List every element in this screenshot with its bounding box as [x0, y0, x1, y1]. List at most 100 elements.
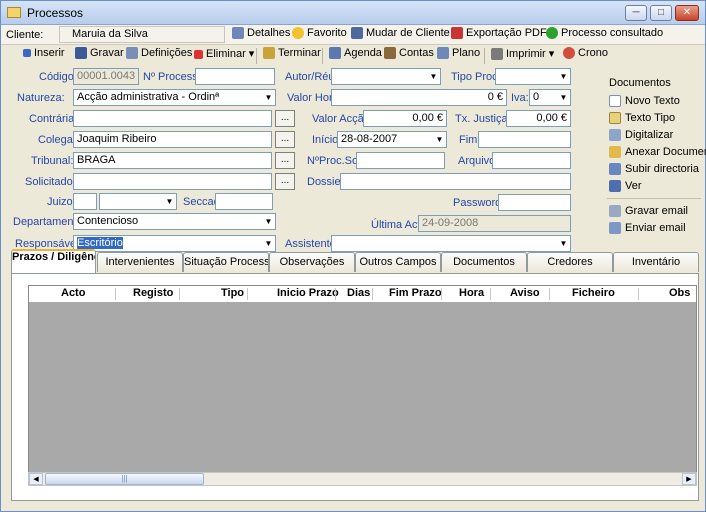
inicio-date[interactable]: 28-08-2007 ▼ [337, 131, 447, 148]
chevron-down-icon[interactable]: ▼ [262, 214, 275, 229]
column-header[interactable]: Fim Prazo [389, 287, 442, 299]
horizontal-scrollbar[interactable]: ◀ ||| ▶ [28, 472, 697, 486]
email-save-icon [609, 205, 621, 218]
tab-prazos-diligencias[interactable]: Prazos / Diligências [11, 249, 96, 273]
inserir-button[interactable]: Inserir [23, 47, 65, 67]
fim-field[interactable] [478, 131, 571, 148]
cliente-field[interactable]: Maruia da Silva [59, 26, 225, 43]
solicitador-field[interactable] [73, 173, 272, 190]
dossier-field[interactable] [340, 173, 571, 190]
maximize-button[interactable]: □ [650, 5, 672, 21]
minimize-button[interactable]: ─ [625, 5, 647, 21]
iva-select[interactable]: 0 ▼ [529, 89, 571, 106]
gravar-button[interactable]: Gravar [75, 47, 124, 67]
codigo-field[interactable]: 00001.0043 [73, 68, 139, 85]
colega-field[interactable]: Joaquim Ribeiro [73, 131, 272, 148]
prazos-grid[interactable]: Acto Registo Tipo Inicio Prazo Dias Fim … [28, 285, 697, 484]
nprocesso-field[interactable] [195, 68, 275, 85]
tribunal-field[interactable]: BRAGA [73, 152, 272, 169]
column-header[interactable]: Obs [669, 287, 690, 299]
lock-icon [263, 47, 275, 60]
contraria-browse-button[interactable]: ... [275, 110, 295, 127]
accounts-icon [384, 47, 396, 60]
scroll-thumb[interactable]: ||| [45, 473, 204, 485]
scroll-left-icon[interactable]: ◀ [29, 473, 43, 485]
column-header[interactable]: Registo [133, 287, 173, 299]
column-header[interactable]: Ficheiro [572, 287, 615, 299]
column-divider [372, 288, 373, 300]
txjustica-field[interactable]: 0,00 € [506, 110, 571, 127]
close-button[interactable]: ✕ [675, 5, 699, 21]
column-header[interactable]: Acto [61, 287, 85, 299]
terminar-button[interactable]: Terminar [263, 47, 321, 67]
exportacao-pdf-button[interactable]: Exportação PDF [451, 27, 547, 47]
assistente-select[interactable]: ▼ [331, 235, 571, 252]
chevron-down-icon[interactable]: ▼ [557, 236, 570, 251]
colega-browse-button[interactable]: ... [275, 131, 295, 148]
tribunal-browse-button[interactable]: ... [275, 152, 295, 169]
chevron-down-icon[interactable]: ▼ [427, 69, 440, 84]
column-header[interactable]: Hora [459, 287, 484, 299]
tab-outros-campos[interactable]: Outros Campos [355, 252, 441, 272]
anexar-documento-button[interactable]: Anexar Documento [609, 146, 706, 159]
natureza-select[interactable]: Acção administrativa - Ordinª ▼ [73, 89, 276, 106]
juizo-select[interactable]: ▼ [99, 193, 177, 210]
client-bar: Cliente: Maruia da Silva Detalhes Favori… [1, 25, 705, 45]
column-header[interactable]: Aviso [510, 287, 540, 299]
favorito-button[interactable]: Favorito [292, 27, 347, 47]
valoraccao-field[interactable]: 0,00 € [363, 110, 447, 127]
tab-observacoes[interactable]: Observações [269, 252, 355, 272]
nprocsol-field[interactable] [356, 152, 445, 169]
column-header[interactable]: Inicio Prazo [277, 287, 339, 299]
plano-button[interactable]: Plano [437, 47, 480, 67]
chevron-down-icon[interactable]: ▼ [163, 194, 176, 209]
tab-credores[interactable]: Credores [527, 252, 613, 272]
gravar-email-button[interactable]: Gravar email [609, 205, 688, 218]
tab-documentos[interactable]: Documentos [441, 252, 527, 272]
scroll-right-icon[interactable]: ▶ [682, 473, 696, 485]
tab-intervenientes[interactable]: Intervenientes [97, 252, 183, 272]
crono-button[interactable]: Crono [563, 47, 608, 67]
enviar-email-button[interactable]: Enviar email [609, 222, 686, 235]
column-header[interactable]: Tipo [221, 287, 244, 299]
column-header[interactable]: Dias [347, 287, 370, 299]
responsavel-select[interactable]: Escritório ▼ [73, 235, 276, 252]
definicoes-button[interactable]: Definições [126, 47, 192, 67]
mudar-cliente-button[interactable]: Mudar de Cliente [351, 27, 450, 47]
contas-button[interactable]: Contas [384, 47, 434, 67]
chevron-down-icon[interactable]: ▼ [262, 236, 275, 251]
digitalizar-button[interactable]: Digitalizar [609, 129, 673, 142]
details-icon [232, 27, 244, 40]
prazos-panel: Acto Registo Tipo Inicio Prazo Dias Fim … [11, 273, 699, 501]
juizo-field[interactable] [73, 193, 97, 210]
users-icon [351, 27, 363, 40]
column-divider [549, 288, 550, 300]
detalhes-button[interactable]: Detalhes [232, 27, 290, 47]
novo-texto-button[interactable]: Novo Texto [609, 95, 680, 108]
scanner-icon [609, 129, 621, 142]
documents-panel: Documentos Novo Texto Texto Tipo Digital… [605, 71, 706, 241]
tipoproc-select[interactable]: ▼ [495, 68, 571, 85]
texto-tipo-button[interactable]: Texto Tipo [609, 112, 675, 125]
seccao-field[interactable] [215, 193, 273, 210]
chevron-down-icon[interactable]: ▼ [557, 90, 570, 105]
autor-select[interactable]: ▼ [331, 68, 441, 85]
chevron-down-icon[interactable]: ▼ [433, 132, 446, 147]
valorhora-field[interactable]: 0 € [331, 89, 507, 106]
arquivo-field[interactable] [492, 152, 571, 169]
departamento-select[interactable]: Contencioso ▼ [73, 213, 276, 230]
window-title: Processos [27, 6, 84, 20]
tab-situacao-processual[interactable]: Situação Processual [183, 252, 269, 272]
chevron-down-icon[interactable]: ▼ [557, 69, 570, 84]
ver-button[interactable]: Ver [609, 180, 642, 193]
subir-directoria-button[interactable]: Subir directoria [609, 163, 699, 176]
agenda-button[interactable]: Agenda [329, 47, 382, 67]
contraria-field[interactable] [73, 110, 272, 127]
password-field[interactable] [498, 194, 571, 211]
eliminar-button[interactable]: Eliminar ▾ [194, 47, 254, 67]
imprimir-button[interactable]: Imprimir ▾ [491, 47, 554, 67]
autor-label: Autor/Réu: [285, 71, 338, 83]
tab-inventario[interactable]: Inventário [613, 252, 699, 272]
chevron-down-icon[interactable]: ▼ [262, 90, 275, 105]
solicitador-browse-button[interactable]: ... [275, 173, 295, 190]
